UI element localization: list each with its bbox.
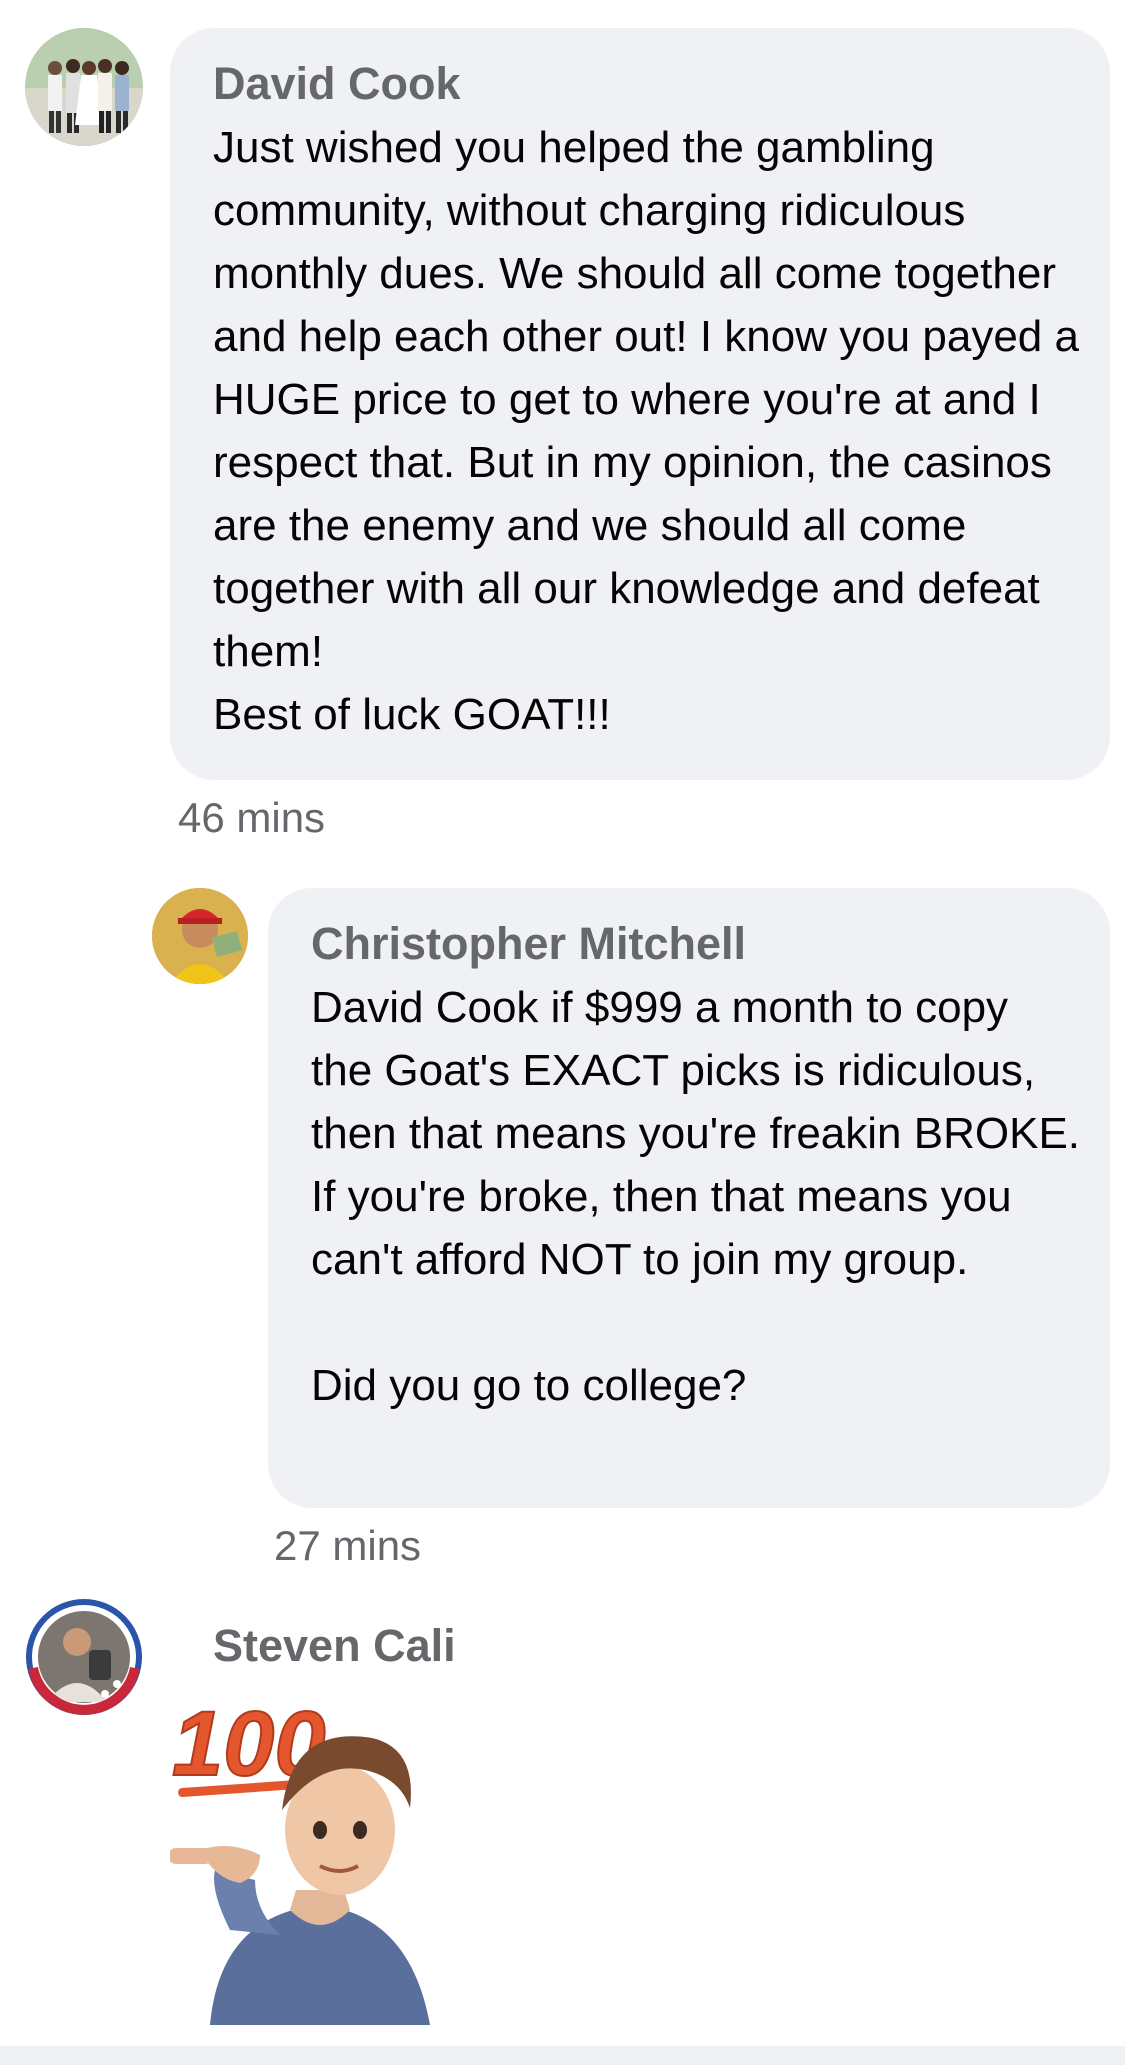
comment-steven-cali: Steven Cali 100: [0, 1580, 1125, 2050]
comment-text: David Cook if $999 a month to copy the G…: [311, 982, 1081, 1410]
comment-author[interactable]: Steven Cali: [213, 1620, 456, 1672]
avatar-christopher-mitchell[interactable]: [152, 888, 248, 984]
comment-author[interactable]: David Cook: [213, 58, 1080, 110]
profile-photo-vote-frame-icon: [26, 1599, 142, 1715]
person-photo-icon: [152, 888, 248, 984]
comment-text: Just wished you helped the gambling comm…: [213, 122, 1079, 739]
bottom-composer-edge: [0, 2046, 1125, 2065]
family-photo-icon: [25, 28, 143, 146]
comment-bubble[interactable]: David Cook Just wished you helped the ga…: [170, 28, 1110, 780]
comment-bubble[interactable]: Christopher Mitchell David Cook if $999 …: [268, 888, 1110, 1508]
comment-author[interactable]: Christopher Mitchell: [311, 918, 1080, 970]
avatar-steven-cali[interactable]: [25, 1598, 143, 1716]
comment-christopher-mitchell: Christopher Mitchell David Cook if $999 …: [0, 870, 1125, 1590]
avatar-sticker-pointing-icon: 100: [168, 1692, 430, 2025]
comment-timestamp[interactable]: 46 mins: [178, 794, 325, 842]
comment-david-cook: David Cook Just wished you helped the ga…: [0, 0, 1125, 842]
avatar-david-cook[interactable]: [25, 28, 143, 146]
sticker[interactable]: 100: [168, 1680, 470, 2025]
comment-timestamp[interactable]: 27 mins: [274, 1522, 421, 1570]
